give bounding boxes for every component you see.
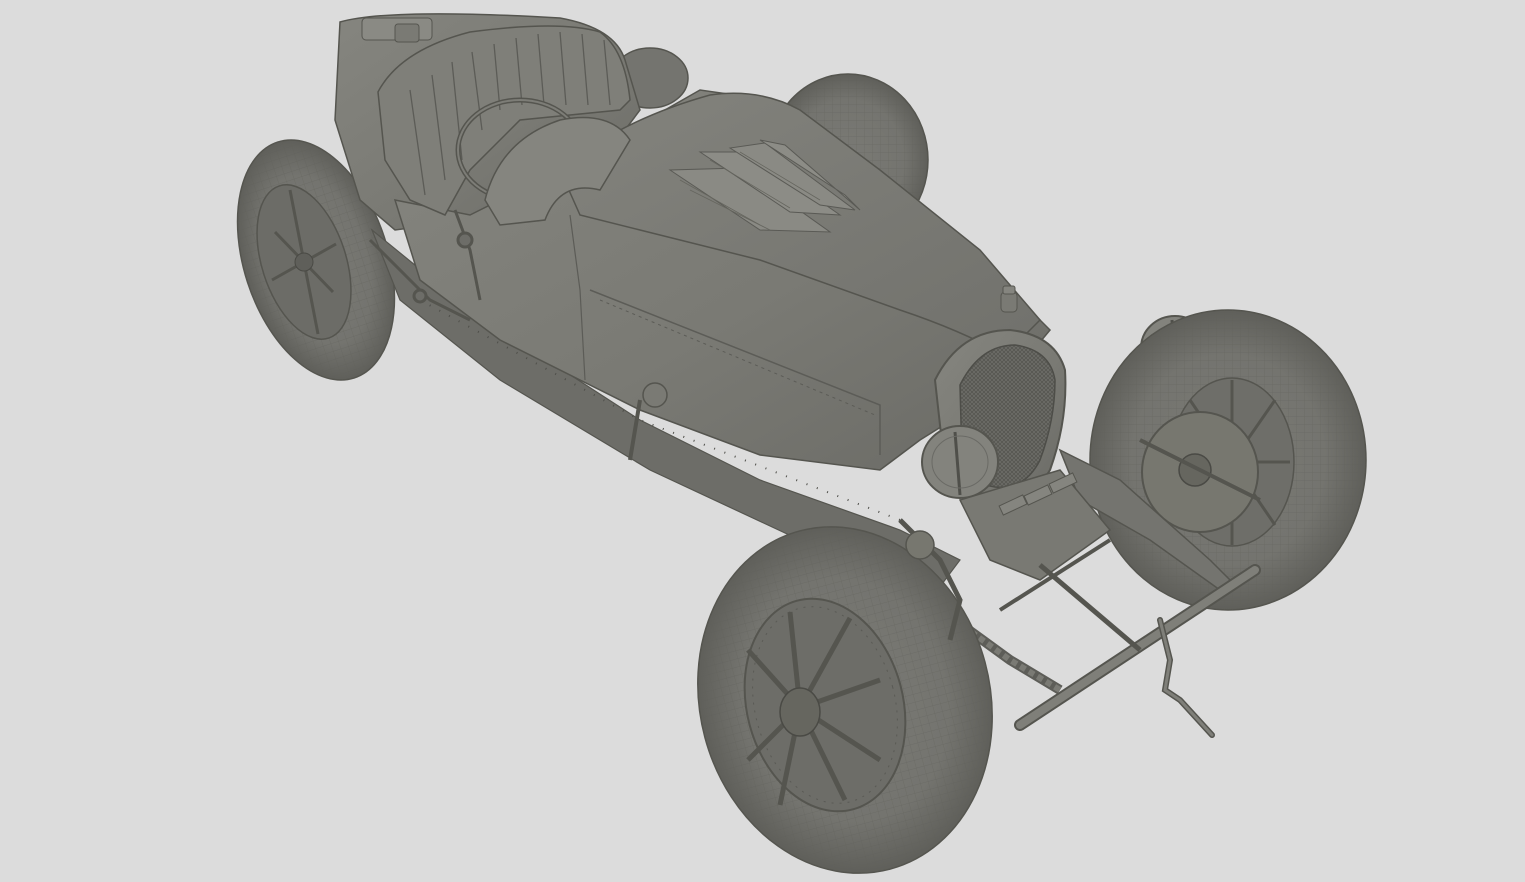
front-left-wheel (697, 526, 993, 874)
headlamp-left (921, 425, 999, 499)
3d-viewport[interactable] (0, 0, 1525, 882)
starting-crank-handle (1157, 617, 1215, 738)
model-render[interactable] (0, 0, 1525, 882)
front-right-wheel (1089, 309, 1367, 611)
